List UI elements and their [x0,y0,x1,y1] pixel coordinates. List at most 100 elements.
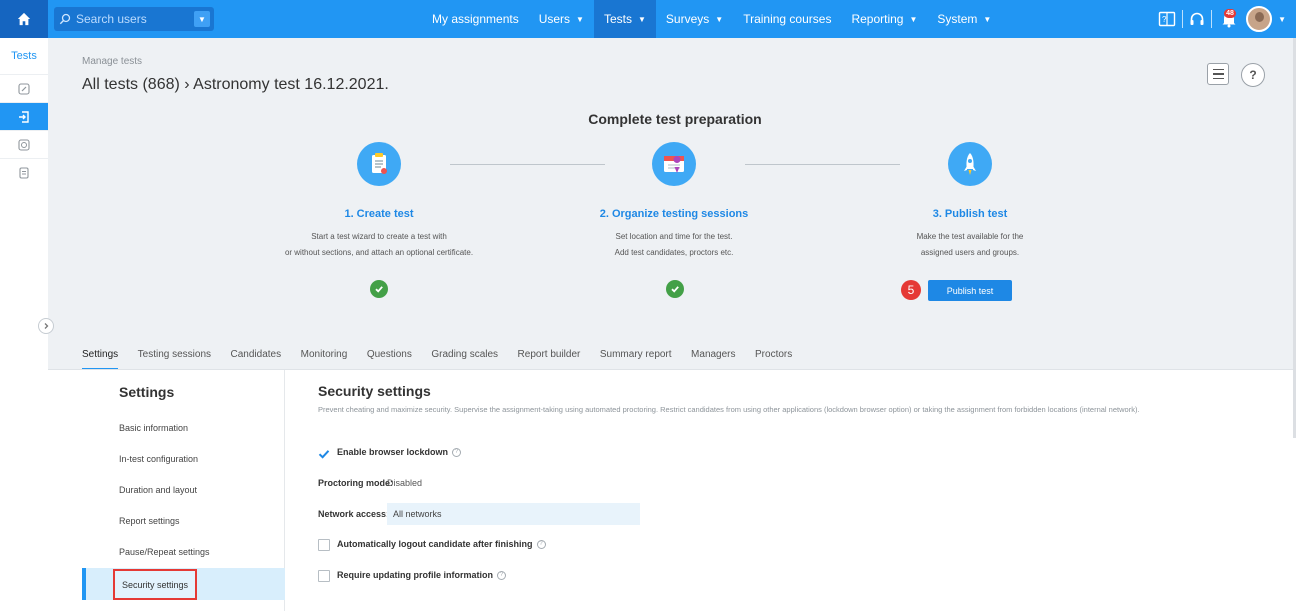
tab-candidates[interactable]: Candidates [231,345,282,370]
step-publish-test: 3. Publish test Make the test available … [850,142,1090,261]
settings-item-in-test-configuration[interactable]: In-test configuration [119,454,198,464]
settings-navigation: Settings Basic information In-test confi… [48,370,285,611]
chevron-right-icon [44,323,49,329]
home-icon [17,12,31,26]
nav-label: Reporting [851,12,904,26]
section-description: Prevent cheating and maximize security. … [318,405,1140,414]
main-nav: My assignments Users ▼ Tests ▼ Surveys ▼ Tr… [422,0,1001,38]
step-complete-check-icon [370,280,388,298]
info-icon[interactable]: ? [536,539,546,549]
tab-monitoring[interactable]: Monitoring [301,345,348,370]
caret-down-icon[interactable]: ▼ [1278,15,1286,24]
field-label-text: Network access: [318,509,390,519]
settings-item-basic-information[interactable]: Basic information [119,423,188,433]
sidebar-item-edit[interactable] [0,74,48,102]
gauge-icon [18,138,30,151]
select-value: All networks [393,509,442,519]
question-mark-icon: ? [1249,68,1257,82]
search-dropdown-toggle[interactable]: ▼ [194,11,210,27]
step-description-line: or without sections, and attach an optio… [284,248,474,257]
sidebar-item-reports[interactable] [0,158,48,186]
step-description-line: Add test candidates, proctors etc. [614,248,734,257]
settings-item-report-settings[interactable]: Report settings [119,516,180,526]
caret-down-icon: ▼ [983,14,992,24]
tab-settings[interactable]: Settings [82,345,119,370]
nav-system[interactable]: System ▼ [927,0,1001,38]
help-button[interactable]: ? [1241,63,1265,87]
tab-report-builder[interactable]: Report builder [518,345,581,370]
headset-icon[interactable] [1189,11,1205,27]
options-menu-button[interactable] [1207,63,1229,85]
sidebar-item-monitor[interactable] [0,130,48,158]
test-tabs: Settings Testing sessions Candidates Mon… [82,345,812,370]
page-title: All tests (868) › Astronomy test 16.12.2… [82,76,389,93]
security-settings-panel: Security settings Prevent cheating and m… [285,370,1296,611]
step-title: 2. Organize testing sessions [599,208,749,220]
option-label: Automatically logout candidate after fin… [337,539,533,549]
edit-icon [18,82,30,95]
profile-update-checkbox[interactable] [318,570,330,582]
step-title: 1. Create test [344,208,414,220]
nav-training-courses[interactable]: Training courses [733,0,841,38]
caret-down-icon: ▼ [909,14,918,24]
auto-logout-checkbox[interactable] [318,539,330,551]
step-description-line: Start a test wizard to create a test wit… [311,232,447,241]
sidebar-title: Tests [11,50,37,62]
home-button[interactable] [0,0,48,38]
nav-surveys[interactable]: Surveys ▼ [656,0,733,38]
nav-my-assignments[interactable]: My assignments [422,0,529,38]
nav-label: Training courses [743,12,832,26]
breadcrumb[interactable]: Manage tests [82,56,142,67]
info-icon[interactable]: ? [452,447,462,457]
notifications-button[interactable]: 48 [1218,8,1240,30]
divider [1182,10,1184,28]
tab-grading-scales[interactable]: Grading scales [431,345,498,370]
settings-item-duration-and-layout[interactable]: Duration and layout [119,485,197,495]
notification-count-badge: 48 [1224,9,1236,18]
step-description: Make the test available for the assigned… [850,229,1090,261]
book-help-icon[interactable]: ? [1158,11,1176,27]
search-users-input[interactable] [76,12,186,26]
menu-line [1212,68,1224,71]
search-icon [54,7,76,31]
nav-reporting[interactable]: Reporting ▼ [841,0,927,38]
active-indicator [82,568,86,600]
browser-lockdown-checkbox[interactable] [318,447,330,459]
user-avatar[interactable] [1246,6,1273,32]
step-description: Set location and time for the test. Add … [554,229,794,261]
document-icon [19,166,29,179]
calendar-pin-icon [652,142,696,186]
tab-testing-sessions[interactable]: Testing sessions [138,345,211,370]
tab-managers[interactable]: Managers [691,345,735,370]
settings-item-security-settings[interactable]: Security settings [113,569,197,600]
info-icon[interactable]: ? [497,570,506,580]
nav-users[interactable]: Users ▼ [529,0,594,38]
proctoring-mode-label: Proctoring mode: [318,478,393,488]
proctoring-mode-value: Disabled [387,478,423,488]
tab-summary-report[interactable]: Summary report [600,345,672,370]
profile-update-option: Require updating profile information ? [337,570,506,580]
nav-label: Tests [603,12,632,26]
checkmark-icon [318,450,330,459]
step-description-line: assigned users and groups. [920,248,1020,257]
expand-sidebar-button[interactable] [38,318,54,334]
top-navigation-bar: ▼ My assignments Users ▼ Tests ▼ Surveys ▼ … [0,0,1296,38]
step-complete-check-icon [666,280,684,298]
step-title: 3. Publish test [932,208,1008,220]
publish-test-button[interactable]: Publish test [928,280,1012,301]
settings-item-pause-repeat[interactable]: Pause/Repeat settings [119,547,210,557]
option-label: Enable browser lockdown [337,447,449,457]
network-access-select[interactable]: All networks [387,503,640,525]
caret-down-icon: ▼ [715,14,724,24]
settings-heading: Settings [119,384,175,400]
topbar-tools: ? 48 ▼ [1158,0,1286,38]
tab-questions[interactable]: Questions [367,345,412,370]
preparation-title: Complete test preparation [588,111,762,127]
step-description: Start a test wizard to create a test wit… [259,229,499,261]
menu-line [1212,77,1224,80]
step-description-line: Make the test available for the [916,232,1024,241]
nav-tests[interactable]: Tests ▼ [593,0,656,38]
step-organize-sessions: 2. Organize testing sessions Set locatio… [554,142,794,261]
tab-proctors[interactable]: Proctors [755,345,792,370]
user-search: ▼ [54,7,214,31]
